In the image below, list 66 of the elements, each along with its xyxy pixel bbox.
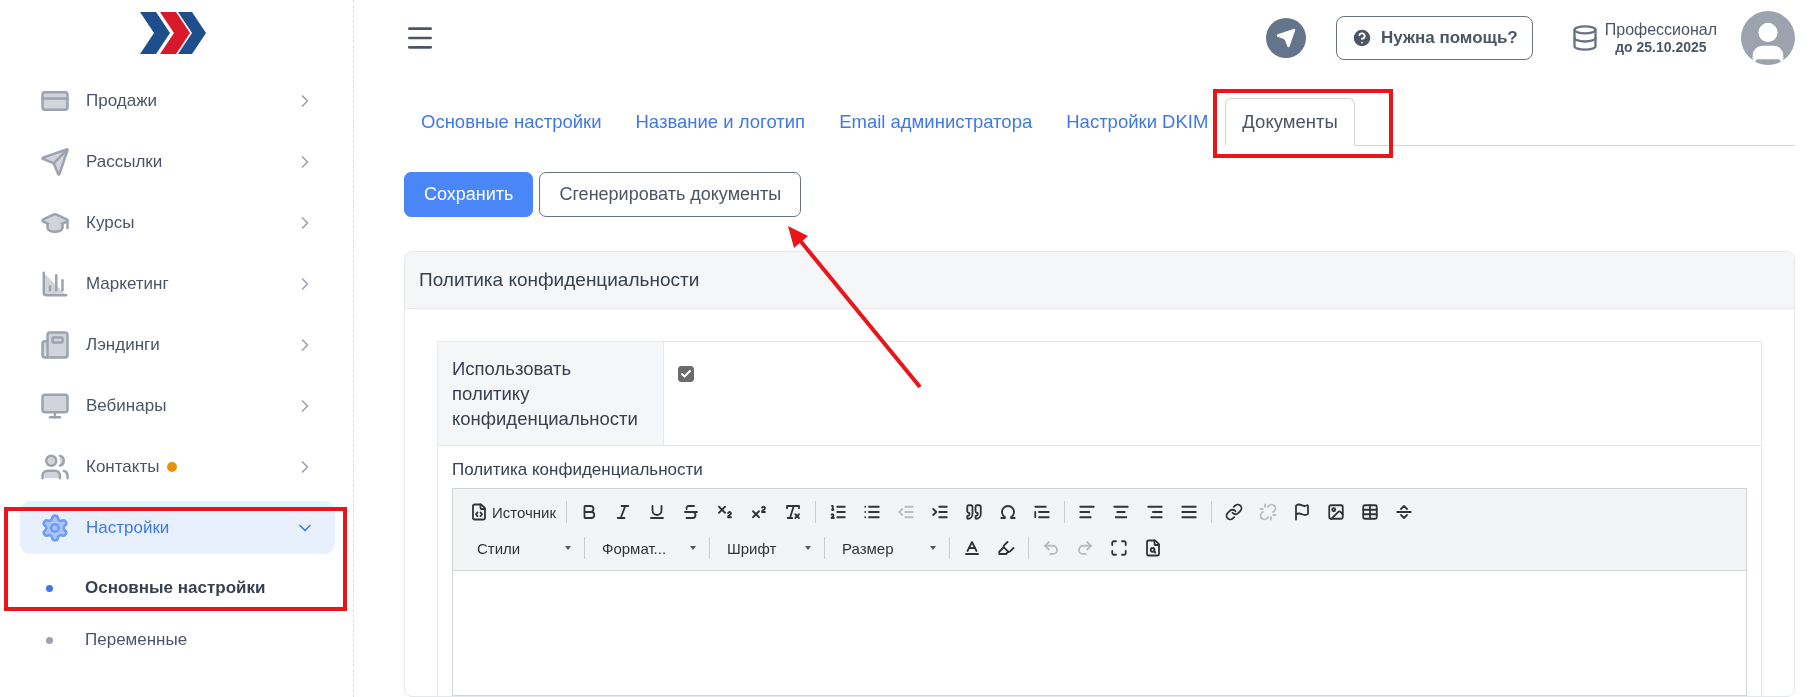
help-button[interactable]: Нужна помощь? [1335,16,1533,60]
underline-icon[interactable] [648,503,667,521]
image-icon[interactable] [1327,503,1346,521]
maximize-icon[interactable] [1110,539,1128,557]
bullet-list-icon[interactable] [863,503,882,521]
align-justify-icon[interactable] [1180,503,1199,521]
indent-icon[interactable] [931,503,950,521]
link-icon[interactable] [1225,503,1244,521]
table-icon[interactable] [1361,503,1380,521]
text-color-icon[interactable] [963,539,981,557]
plan-name: Профессионал [1604,20,1717,40]
sidebar-label: Вебинары [86,395,167,416]
sidebar-item[interactable]: Настройки [20,501,335,554]
sidebar-label: Лэндинги [86,334,160,355]
toolbar-dropdown[interactable]: Формат... [592,533,702,563]
sidebar-label: Маркетинг [86,273,169,294]
checkbox[interactable] [678,366,694,382]
toolbar-dropdown[interactable]: Размер [832,533,942,563]
sidebar-item[interactable]: Продажи [20,74,335,127]
sidebar-item[interactable]: Лэндинги [20,318,335,371]
coins-icon [1570,24,1599,52]
landing-page-icon [40,329,70,360]
toolbar-dropdown[interactable]: Шрифт [717,533,817,563]
preview-icon[interactable] [1144,539,1162,557]
check-icon [680,368,692,380]
sidebar-item[interactable]: Рассылки [20,135,335,188]
sidebar-label: Настройки [86,517,170,538]
superscript-icon[interactable] [750,503,769,521]
strikethrough-icon[interactable] [682,503,701,521]
quote-icon[interactable] [965,503,984,521]
omega-icon[interactable] [999,503,1018,521]
sidebar-item[interactable]: Курсы [20,196,335,249]
sidebar-subitem[interactable]: Основные настройки [20,562,335,614]
align-center-icon[interactable] [1112,503,1131,521]
toolbar-dropdown[interactable]: Стили [467,533,577,563]
subscript-icon[interactable] [716,503,735,521]
sidebar-label: Рассылки [86,151,163,172]
source-icon [470,503,488,521]
horizontal-line-icon[interactable] [1395,503,1414,521]
block-icon[interactable] [1033,503,1052,521]
gear-icon [40,512,70,543]
sidebar-label: Контакты [86,456,160,477]
flag-icon[interactable] [1293,503,1312,521]
sidebar-label: Продажи [86,90,157,111]
field-label: Политика конфиденциальности [452,460,704,480]
paper-plane-icon [1275,28,1296,48]
tab[interactable]: Документы [1225,98,1355,146]
sidebar-label: Курсы [86,212,135,233]
question-icon [1350,27,1373,49]
plan-date: до 25.10.2025 [1614,39,1708,56]
panel-title: Политика конфиденциальности [405,252,1794,309]
highlighter-icon[interactable] [997,539,1015,557]
generate-button[interactable]: Сгенерировать документы [539,172,802,217]
clear-format-icon[interactable] [784,503,803,521]
paper-plane-button[interactable] [1265,18,1306,58]
logo-icon [139,12,206,54]
sidebar-item[interactable]: Маркетинг [20,257,335,310]
paper-plane-icon [40,146,70,177]
sidebar-subitem[interactable]: Переменные [20,614,335,666]
align-left-icon[interactable] [1078,503,1097,521]
source-button[interactable]: Источник [467,497,560,527]
numbered-list-icon[interactable] [829,503,848,521]
align-right-icon[interactable] [1146,503,1165,521]
field-label: Использовать политику конфиденциальности [438,342,664,445]
sidebar-item[interactable]: Контакты [20,440,335,493]
sidebar-item[interactable]: Вебинары [20,379,335,432]
